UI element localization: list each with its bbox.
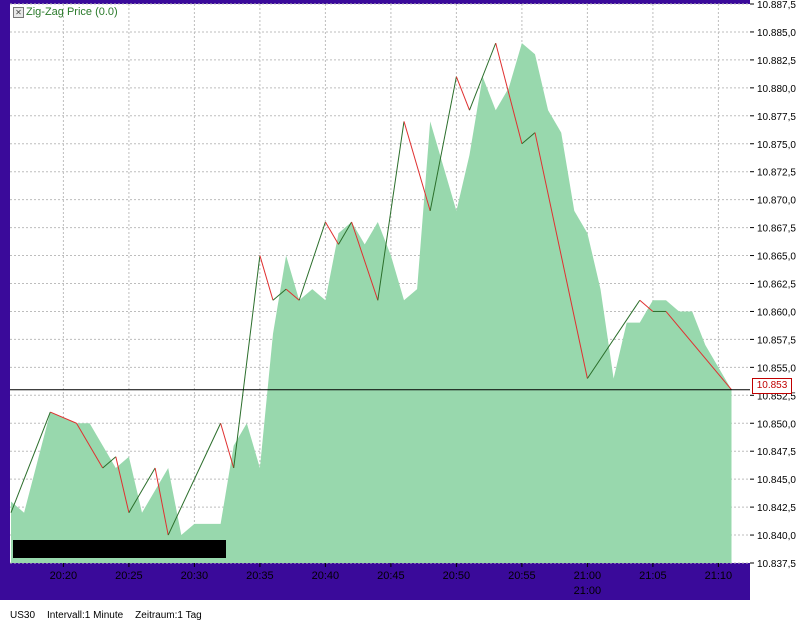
y-tick-label: 10.845,0	[757, 475, 796, 486]
zigzag-segment	[298, 221, 326, 301]
x-tick-label: 20:30	[181, 570, 209, 582]
y-tick-label: 10.865,0	[757, 252, 796, 263]
close-box-icon[interactable]: ✕	[13, 6, 24, 18]
x-tick-label: 21:10	[705, 570, 733, 582]
zigzag-segment	[455, 76, 470, 111]
zigzag-segment	[259, 255, 274, 301]
range-label: Zeitraum:1 Tag	[135, 610, 202, 621]
zigzag-chart: 10.837,5 10.840,0 10.842,5 10.845,0 10.847,5…	[10, 0, 796, 597]
y-tick-label: 10.862,5	[757, 280, 796, 291]
current-price-label: 10.853	[752, 378, 792, 394]
interval-label: Intervall:1 Minute	[47, 610, 124, 621]
y-tick-label: 10.857,5	[757, 335, 796, 346]
symbol-label: US30	[10, 610, 36, 621]
chart-window: 10.837,5 10.840,0 10.842,5 10.845,0 10.847,5…	[0, 0, 800, 625]
y-tick-label: 10.850,0	[757, 419, 796, 430]
redaction-bar	[13, 540, 226, 558]
y-tick-label: 10.860,0	[757, 307, 796, 318]
x-tick-label: 20:50	[443, 570, 471, 582]
y-tick-label: 10.875,0	[757, 140, 796, 151]
x-tick-label: 20:55	[508, 570, 536, 582]
zigzag-segment	[324, 221, 339, 245]
y-tick-label: 10.872,5	[757, 168, 796, 179]
zigzag-segment	[220, 423, 235, 469]
chart-footer: US30 Intervall:1 Minute Zeitraum:1 Tag	[10, 610, 202, 621]
y-tick-label: 10.840,0	[757, 531, 796, 542]
legend[interactable]: ✕ Zig-Zag Price (0.0)	[13, 6, 118, 18]
zigzag-segment	[403, 121, 431, 211]
y-tick-label: 10.885,0	[757, 28, 796, 39]
y-tick-label: 10.855,0	[757, 363, 796, 374]
y-tick-label: 10.837,5	[757, 559, 796, 570]
y-tick-label: 10.877,5	[757, 112, 796, 123]
y-tick-label: 10.887,5	[757, 0, 796, 11]
price-area	[11, 43, 732, 563]
y-tick-label: 10.847,5	[757, 447, 796, 458]
y-tick-label: 10.870,0	[757, 196, 796, 207]
x-tick-label: 21:00	[574, 570, 602, 582]
y-tick-label: 10.880,0	[757, 84, 796, 95]
x-tick-label: 20:35	[246, 570, 274, 582]
x-tick-label: 20:45	[377, 570, 405, 582]
y-tick-label: 10.842,5	[757, 503, 796, 514]
x-tick-label: 20:40	[312, 570, 340, 582]
x-tick-label: 20:20	[50, 570, 78, 582]
x-date-sublabel: 21:00	[574, 585, 602, 597]
x-tick-label: 21:05	[639, 570, 667, 582]
x-tick-label: 20:25	[115, 570, 143, 582]
legend-label: Zig-Zag Price (0.0)	[26, 6, 118, 18]
y-tick-label: 10.867,5	[757, 224, 796, 235]
y-tick-label: 10.882,5	[757, 56, 796, 67]
